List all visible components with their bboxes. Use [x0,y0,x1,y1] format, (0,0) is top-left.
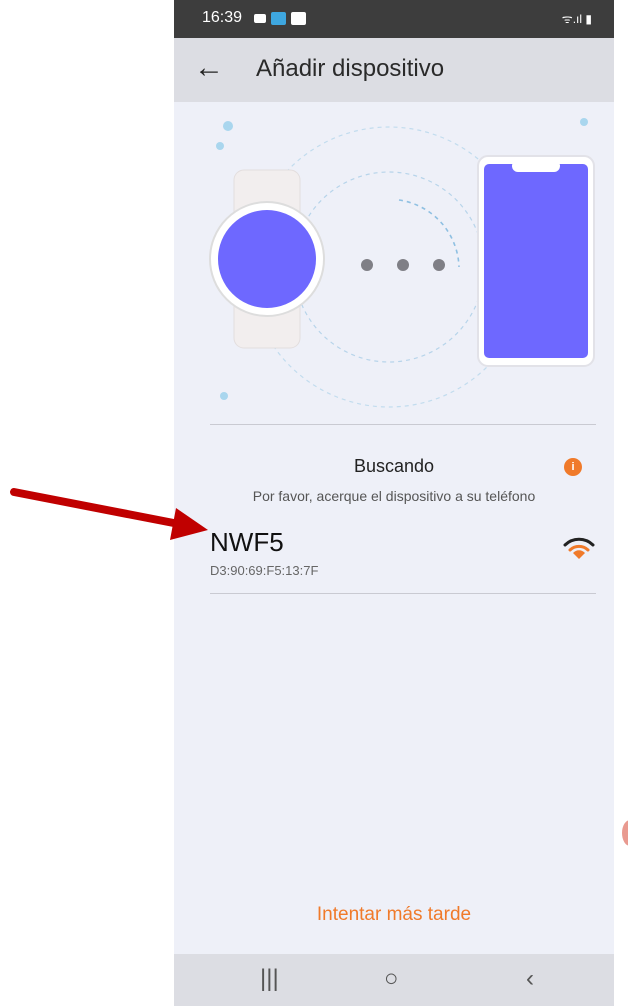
phone-screen: 16:39 ᯤ.ıl ▮ ← Añadir dispositivo Buscan… [174,0,614,1006]
retry-later-button[interactable]: Intentar más tarde [174,904,614,926]
floating-bubble[interactable] [622,820,628,846]
decor-dot [216,142,224,150]
device-mac: D3:90:69:F5:13:7F [210,563,319,578]
divider [210,593,596,594]
page-title: Añadir dispositivo [256,55,445,82]
status-time: 16:39 [202,9,243,26]
notification-icons [254,12,306,25]
search-hint: Por favor, acerque el dispositivo a su t… [252,488,536,504]
app-bar: ← Añadir dispositivo [174,38,614,102]
home-icon[interactable]: ○ [384,964,399,994]
device-list-item[interactable]: NWF5 D3:90:69:F5:13:7F [210,525,600,585]
decor-dot [220,392,228,400]
signal-battery-icons: ᯤ.ıl ▮ [561,12,592,26]
smartwatch-icon [209,169,325,349]
system-nav-bar: ||| ○ ‹ [174,954,614,1006]
pairing-illustration [209,118,595,408]
connecting-dots-icon [361,259,445,271]
search-status: Buscando [353,456,435,476]
app-icon [271,12,286,25]
divider [210,424,596,425]
red-arrow-annotation-icon [10,488,208,540]
recent-apps-icon[interactable]: ||| [260,964,279,994]
plus-icon [291,12,306,25]
decor-dot [223,121,233,131]
phone-icon [477,155,595,367]
signal-ring [398,199,460,268]
back-arrow-icon[interactable]: ← [194,50,224,86]
status-bar: 16:39 ᯤ.ıl ▮ [174,0,614,38]
video-icon [254,14,266,23]
wifi-signal-icon [563,537,595,559]
decor-dot [580,118,588,126]
nav-back-icon[interactable]: ‹ [526,964,534,994]
info-icon[interactable]: i [564,458,582,476]
